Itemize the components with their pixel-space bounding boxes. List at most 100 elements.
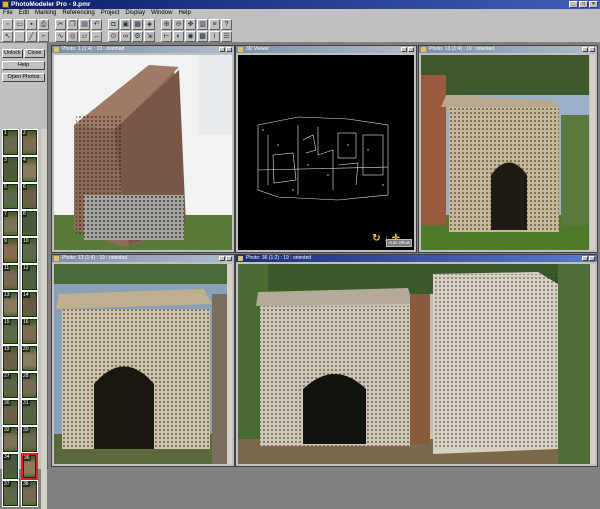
scale-icon[interactable]: ⇲: [144, 31, 155, 42]
window-maximize-button[interactable]: [219, 256, 225, 261]
curve-mode-icon[interactable]: ∿: [55, 31, 66, 42]
chain-icon[interactable]: ∞: [120, 31, 131, 42]
thumbnail-scrollbar[interactable]: [41, 129, 47, 509]
photo-thumbnail[interactable]: 27: [2, 372, 19, 399]
photo-thumbnail[interactable]: 19: [2, 345, 19, 372]
photo-4-view[interactable]: [54, 264, 232, 464]
photo-window-4-caption[interactable]: Photo: 13 (1:4) : 19 : oriented: [52, 255, 234, 262]
photo-thumbnail[interactable]: 6: [21, 183, 38, 210]
select-icon[interactable]: ↖: [2, 31, 13, 42]
photo-window-1[interactable]: Photo: 1 (1:4) : 19 : oriented: [51, 45, 235, 253]
photo-thumbnail[interactable]: 4: [21, 156, 38, 183]
photo-thumbnail[interactable]: 15: [2, 318, 19, 345]
photo-icon[interactable]: ▣: [120, 19, 131, 30]
photo-thumbnail[interactable]: 9: [2, 237, 19, 264]
menu-referencing[interactable]: Referencing: [59, 9, 97, 17]
open-icon[interactable]: ▭: [14, 19, 25, 30]
surface-icon[interactable]: ▱: [79, 31, 90, 42]
photo-3-view[interactable]: [421, 55, 595, 250]
photo-thumbnail[interactable]: 13: [2, 291, 19, 318]
photo-thumbnail[interactable]: 16: [21, 318, 38, 345]
photo-thumbnail[interactable]: 11: [2, 264, 19, 291]
menu-window[interactable]: Window: [148, 9, 175, 17]
photo-thumbnail[interactable]: 37: [2, 480, 19, 507]
photo-thumbnail[interactable]: 31: [21, 399, 38, 426]
3d-viewer-window[interactable]: 3D Viewer ↻ Auto Show: [235, 45, 417, 253]
photo-thumbnail[interactable]: 1: [2, 129, 19, 156]
3d-viewer-caption[interactable]: 3D Viewer: [236, 46, 416, 53]
photo-5-scrollbar[interactable]: [590, 264, 595, 464]
photo-thumbnail[interactable]: 10: [21, 237, 38, 264]
window-maximize-button[interactable]: [582, 47, 588, 52]
photo-thumbnail[interactable]: 30: [2, 399, 19, 426]
open-photos-button[interactable]: Open Photos: [2, 73, 45, 82]
photo-thumbnail[interactable]: 28: [21, 372, 38, 399]
line-mode-icon[interactable]: ╱: [26, 31, 37, 42]
window-close-button[interactable]: [408, 47, 414, 52]
photo-thumbnail[interactable]: 2: [21, 129, 38, 156]
photo-window-1-caption[interactable]: Photo: 1 (1:4) : 19 : oriented: [52, 46, 234, 53]
unlock-button[interactable]: Unlock: [2, 49, 23, 58]
line-table-icon[interactable]: ≡: [209, 19, 220, 30]
window-close-button[interactable]: [226, 47, 232, 52]
photo-window-5-caption[interactable]: Photo: 36 (1:2) : 19 : oriented: [236, 255, 597, 262]
menu-edit[interactable]: Edit: [16, 9, 32, 17]
help-button[interactable]: Help: [2, 61, 45, 70]
axes-icon[interactable]: ⊢: [161, 31, 172, 42]
window-close-button[interactable]: [589, 47, 595, 52]
menu-marking[interactable]: Marking: [32, 9, 59, 17]
photo-thumbnail[interactable]: 7: [2, 210, 19, 237]
rotate-icon[interactable]: ↻: [372, 234, 380, 244]
photo-thumbnail[interactable]: 33: [21, 426, 38, 453]
reference-icon[interactable]: ⊙: [108, 31, 119, 42]
3d-viewer-icon[interactable]: ◈: [144, 19, 155, 30]
close-window-button[interactable]: ×: [589, 1, 598, 8]
window-close-button[interactable]: [226, 256, 232, 261]
settings-icon[interactable]: ☰: [221, 31, 232, 42]
zoom-out-icon[interactable]: ⊖: [173, 19, 184, 30]
grid-icon[interactable]: ▩: [197, 31, 208, 42]
info-icon[interactable]: i: [209, 31, 220, 42]
help-icon[interactable]: ?: [221, 19, 232, 30]
window-maximize-button[interactable]: [582, 256, 588, 261]
undo-icon[interactable]: ↶: [91, 19, 102, 30]
3d-viewer-canvas[interactable]: ↻ ↓ ✛ Auto Show: [238, 55, 414, 250]
photo-window-3-caption[interactable]: Photo: 13 (1:4) : 19 : oriented: [419, 46, 597, 53]
targets-icon[interactable]: ◉: [185, 31, 196, 42]
copy-icon[interactable]: ❐: [67, 19, 78, 30]
photo-window-3[interactable]: Photo: 13 (1:4) : 19 : oriented: [418, 45, 598, 253]
print-icon[interactable]: ⎙: [38, 19, 49, 30]
new-icon[interactable]: ▫: [2, 19, 13, 30]
pan-icon[interactable]: ✥: [185, 19, 196, 30]
edge-mode-icon[interactable]: ⌐: [38, 31, 49, 42]
menu-help[interactable]: Help: [175, 9, 193, 17]
photo-thumbnail[interactable]: 32: [2, 426, 19, 453]
close-panel-button[interactable]: Close: [24, 49, 45, 58]
paste-icon[interactable]: ▤: [79, 19, 90, 30]
orient-icon[interactable]: ◐: [173, 31, 184, 42]
auto-show-label[interactable]: Auto Show: [386, 239, 412, 247]
window-close-button[interactable]: [589, 256, 595, 261]
photo-thumbnail[interactable]: 36: [21, 453, 38, 480]
point-table-icon[interactable]: ▥: [197, 19, 208, 30]
process-icon[interactable]: ⚙: [132, 31, 143, 42]
window-maximize-button[interactable]: [401, 47, 407, 52]
cut-icon[interactable]: ✂: [55, 19, 66, 30]
point-mode-icon[interactable]: ·: [14, 31, 25, 42]
photo-5-view[interactable]: [238, 264, 595, 464]
save-icon[interactable]: ▪: [26, 19, 37, 30]
photo-3-scrollbar[interactable]: [590, 55, 595, 250]
menu-file[interactable]: File: [0, 9, 16, 17]
menu-display[interactable]: Display: [122, 9, 148, 17]
photo-thumbnail[interactable]: 20: [21, 345, 38, 372]
zoom-in-icon[interactable]: ⊕: [161, 19, 172, 30]
photo-thumbnail[interactable]: 3: [2, 156, 19, 183]
photo-4-scrollbar[interactable]: [227, 264, 232, 464]
photo-thumbnail[interactable]: 5: [2, 183, 19, 210]
photo-thumbnail[interactable]: 8: [21, 210, 38, 237]
photo-thumbnail[interactable]: 38: [21, 480, 38, 507]
maximize-button[interactable]: □: [579, 1, 588, 8]
photo-thumbnail[interactable]: 14: [21, 291, 38, 318]
table-icon[interactable]: ▦: [132, 19, 143, 30]
cylinder-icon[interactable]: ◎: [67, 31, 78, 42]
